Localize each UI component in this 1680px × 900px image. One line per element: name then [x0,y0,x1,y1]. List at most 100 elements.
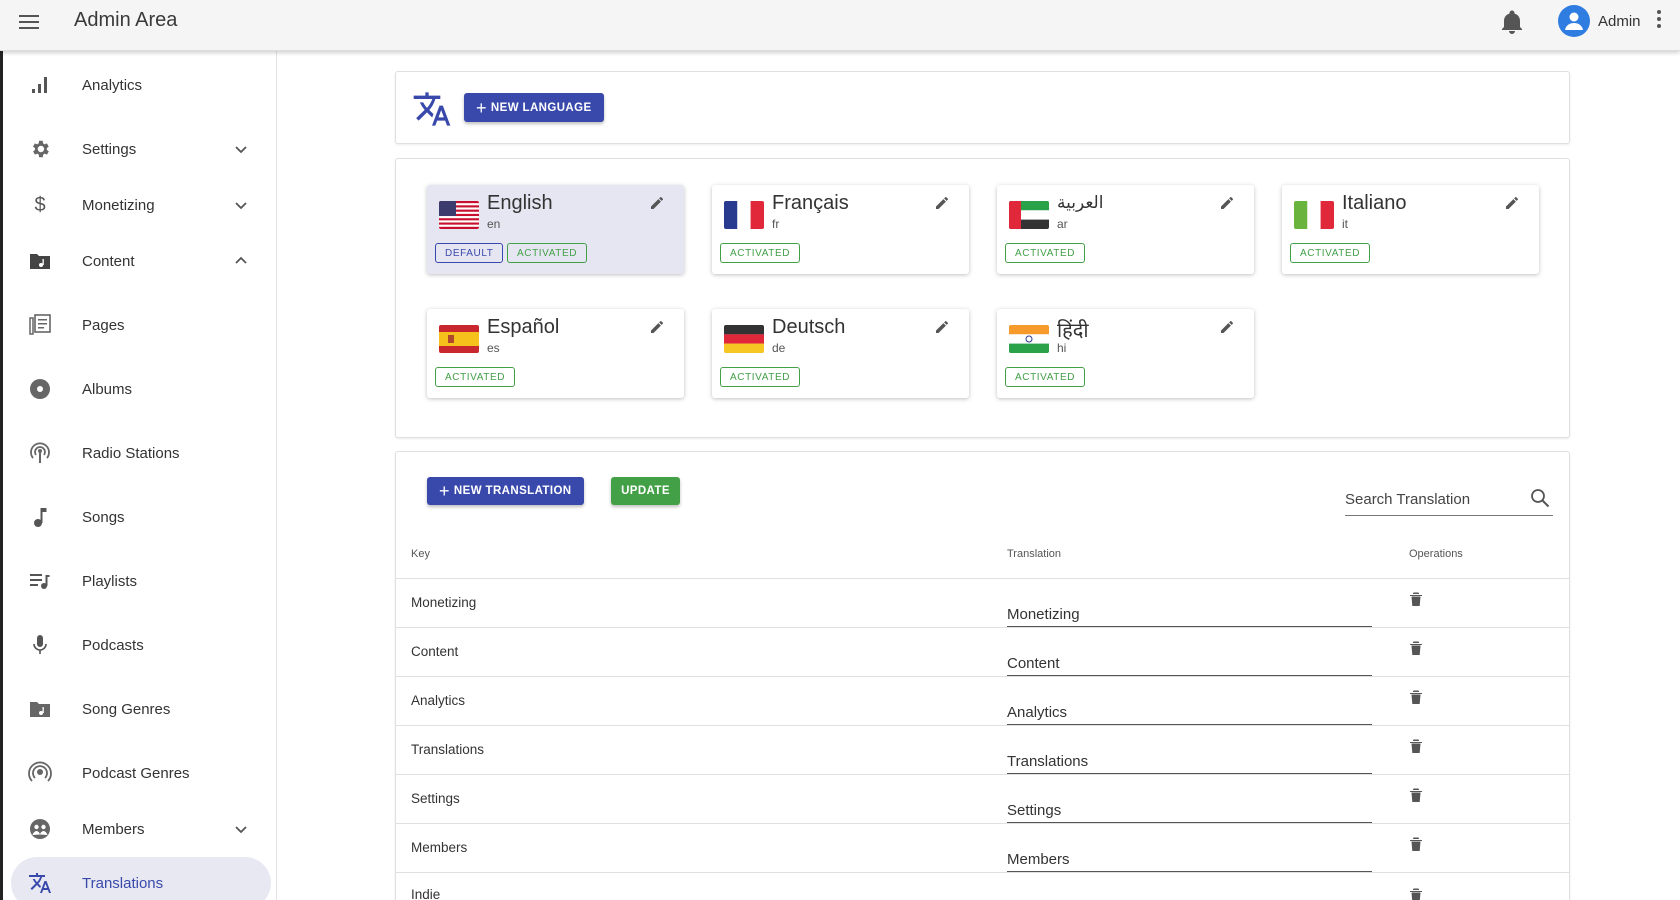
spain-flag-icon [439,325,479,353]
chevron-down-icon [233,821,249,837]
language-code: fr [772,217,780,231]
language-card-hindi[interactable]: हिंदी hi ACTIVATED [997,309,1254,398]
language-code: ar [1057,217,1068,231]
edit-pencil-icon[interactable] [934,319,952,337]
sidebar-nav: Analytics Settings $ Monetizing Content … [0,51,277,900]
music-folder-icon [27,248,53,274]
language-toolbar-card: + NEW LANGUAGE [395,71,1570,144]
sidebar-item-radio-stations[interactable]: Radio Stations [3,427,277,479]
chevron-down-icon [233,141,249,157]
row-key: Analytics [411,693,466,708]
activated-badge: ACTIVATED [507,243,588,263]
delete-icon[interactable] [1409,738,1429,758]
language-card-german[interactable]: Deutsch de ACTIVATED [712,309,969,398]
delete-icon[interactable] [1409,887,1429,900]
search-icon[interactable] [1530,488,1552,510]
delete-icon[interactable] [1409,787,1429,807]
sidebar-item-label: Podcasts [82,636,144,654]
sidebar-item-label: Monetizing [82,196,155,214]
members-icon [27,816,53,842]
search-input[interactable] [1345,487,1525,511]
sidebar-item-songs[interactable]: Songs [3,491,277,543]
language-name: Italiano [1342,192,1407,214]
sidebar-item-monetizing[interactable]: $ Monetizing [3,179,277,231]
row-key: Indie [411,887,441,900]
translation-field [1007,643,1372,676]
germany-flag-icon [724,325,764,353]
row-key: Translations [411,742,485,757]
translation-input[interactable] [1007,848,1367,870]
delete-icon[interactable] [1409,836,1429,856]
edit-pencil-icon[interactable] [934,195,952,213]
new-language-button[interactable]: + NEW LANGUAGE [464,93,604,122]
sidebar-item-members[interactable]: Members [3,803,277,855]
language-card-italian[interactable]: Italiano it ACTIVATED [1282,185,1539,274]
dollar-icon: $ [34,193,46,216]
india-flag-icon [1009,325,1049,353]
music-folder-icon [27,696,53,722]
uae-flag-icon [1009,201,1049,229]
sidebar-item-label: Songs [82,508,125,526]
sidebar-item-albums[interactable]: Albums [3,363,277,415]
language-card-english[interactable]: English en DEFAULT ACTIVATED [427,185,684,274]
language-code: en [487,217,501,231]
language-card-french[interactable]: Français fr ACTIVATED [712,185,969,274]
sidebar-item-label: Podcast Genres [82,764,190,782]
edit-pencil-icon[interactable] [1504,195,1522,213]
update-button[interactable]: UPDATE [611,477,680,505]
hamburger-menu-icon[interactable] [16,8,44,36]
sidebar-item-playlists[interactable]: Playlists [3,555,277,607]
sidebar-item-label: Translations [82,874,164,892]
sidebar-item-translations[interactable]: Translations [11,857,271,900]
chevron-down-icon [233,197,249,213]
sidebar-item-label: Playlists [82,572,138,590]
delete-icon[interactable] [1409,689,1429,709]
edit-pencil-icon[interactable] [649,195,667,213]
languages-grid-card: English en DEFAULT ACTIVATED Français fr… [395,158,1570,438]
row-key: Monetizing [411,595,477,610]
user-name: Admin [1598,12,1641,30]
sidebar-item-label: Analytics [82,76,143,94]
translation-field [1007,839,1372,872]
sidebar-item-song-genres[interactable]: Song Genres [3,683,277,735]
edit-pencil-icon[interactable] [649,319,667,337]
table-row: Content [395,627,1569,676]
language-code: it [1342,217,1348,231]
new-translation-button[interactable]: + NEW TRANSLATION [427,477,584,505]
table-row: Analytics [395,676,1569,725]
more-vert-icon[interactable] [1656,8,1672,34]
language-card-spanish[interactable]: Español es ACTIVATED [427,309,684,398]
user-menu[interactable]: Admin [1558,5,1641,37]
notifications-bell-icon[interactable] [1500,9,1526,35]
translation-field [1007,741,1372,774]
translation-input[interactable] [1007,652,1367,674]
language-card-arabic[interactable]: العربية ar ACTIVATED [997,185,1254,274]
table-row: Indie [395,872,1569,900]
sidebar-item-pages[interactable]: Pages [3,299,277,351]
delete-icon[interactable] [1409,591,1429,611]
translation-input[interactable] [1007,895,1367,900]
language-name: العربية [1057,193,1104,212]
translation-input[interactable] [1007,799,1367,821]
column-header-translation: Translation [1007,548,1062,560]
sidebar-item-settings[interactable]: Settings [3,123,277,175]
sidebar-item-content[interactable]: Content [3,235,277,287]
translate-icon [27,870,53,896]
translation-input[interactable] [1007,701,1367,723]
language-code: es [487,341,500,355]
activated-badge: ACTIVATED [720,367,801,387]
translation-field [1007,692,1372,725]
translation-input[interactable] [1007,750,1367,772]
podcast-icon [27,760,53,786]
translation-input[interactable] [1007,603,1367,625]
sidebar-item-podcast-genres[interactable]: Podcast Genres [3,747,277,799]
sidebar-item-podcasts[interactable]: Podcasts [3,619,277,671]
edit-pencil-icon[interactable] [1219,195,1237,213]
edit-pencil-icon[interactable] [1219,319,1237,337]
sidebar-item-label: Settings [82,140,137,158]
new-language-label: NEW LANGUAGE [490,101,592,114]
language-name: Español [487,316,560,338]
delete-icon[interactable] [1409,640,1429,660]
sidebar-item-analytics[interactable]: Analytics [3,59,277,111]
translate-icon [412,89,452,129]
